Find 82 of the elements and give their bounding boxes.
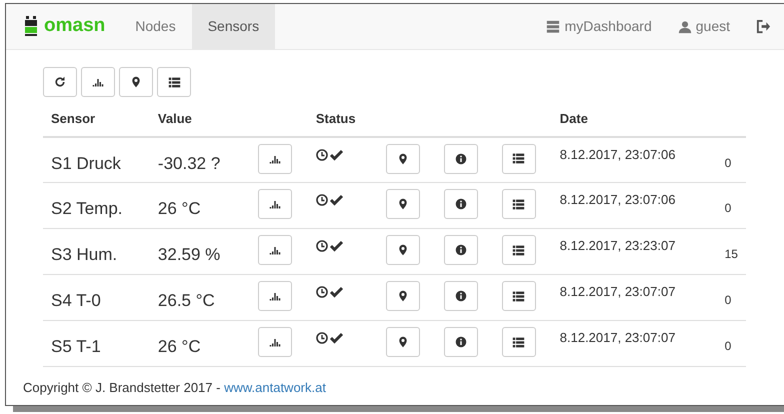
map-pin-icon — [130, 76, 142, 88]
list-button[interactable] — [502, 189, 536, 219]
info-button[interactable] — [444, 235, 478, 265]
info-icon — [454, 336, 467, 348]
sensor-value: 32.59 % — [158, 244, 220, 266]
location-button[interactable] — [386, 189, 420, 219]
sensor-value: 26 °C — [158, 336, 201, 358]
list-button[interactable] — [502, 144, 536, 174]
copyright-text: Copyright © J. Brandstetter 2017 - — [23, 380, 220, 394]
date-text: 8.12.2017, 23:23:07 — [560, 238, 676, 253]
brand-name[interactable]: omasn — [44, 12, 106, 41]
list-icon — [512, 290, 526, 302]
list-icon — [168, 76, 180, 88]
sensor-value: 26 °C — [158, 198, 201, 220]
column-header: Sensor — [51, 111, 96, 126]
column-header: Value — [158, 111, 192, 126]
list-button[interactable] — [502, 327, 536, 357]
website-link[interactable]: www.antatwork.at — [224, 380, 326, 394]
user-icon — [678, 20, 692, 34]
refresh-icon — [54, 76, 66, 88]
chart-button[interactable] — [258, 189, 292, 219]
list-icon — [512, 152, 526, 165]
refresh-button[interactable] — [43, 67, 77, 97]
chart-button[interactable] — [258, 281, 292, 311]
chart-button[interactable] — [258, 144, 292, 174]
map-pin-icon — [396, 336, 409, 348]
info-icon — [454, 290, 467, 302]
nav-tab[interactable]: Nodes — [119, 4, 192, 49]
location-button[interactable] — [386, 281, 420, 311]
logout-icon — [756, 19, 771, 34]
sensor-value: 26.5 °C — [158, 290, 215, 312]
count-text: 0 — [724, 154, 732, 172]
info-button[interactable] — [444, 327, 478, 357]
location-button[interactable] — [386, 235, 420, 265]
bar-chart-icon — [268, 336, 281, 348]
info-icon — [454, 244, 467, 256]
chart-button[interactable] — [258, 327, 292, 357]
count-text: 15 — [724, 246, 738, 263]
info-button[interactable] — [444, 189, 478, 219]
map-pin-icon — [396, 198, 409, 210]
date-text: 8.12.2017, 23:07:07 — [560, 330, 676, 345]
count-text: 0 — [724, 338, 732, 355]
list-icon — [512, 244, 526, 256]
count-text: 0 — [724, 200, 732, 217]
location-button[interactable] — [386, 144, 420, 174]
info-button[interactable] — [444, 281, 478, 311]
column-header: Date — [560, 111, 588, 126]
sensor-name: S5 T-1 — [51, 336, 101, 358]
list-icon — [512, 198, 526, 210]
server-icon — [544, 20, 561, 34]
list-button[interactable] — [502, 281, 536, 311]
sensor-name: S1 Druck — [51, 152, 121, 174]
location-button[interactable] — [386, 327, 420, 357]
info-icon — [454, 198, 467, 210]
nav-tab[interactable]: Sensors — [192, 4, 276, 49]
date-text: 8.12.2017, 23:07:06 — [560, 146, 676, 162]
list-button[interactable] — [502, 235, 536, 265]
sensor-name: S4 T-0 — [51, 290, 101, 312]
map-pin-icon — [396, 290, 409, 302]
chart-button[interactable] — [81, 67, 115, 97]
bar-chart-icon — [92, 76, 104, 88]
info-icon — [454, 152, 467, 164]
info-button[interactable] — [444, 144, 478, 174]
column-header: Status — [316, 111, 356, 126]
bar-chart-icon — [268, 290, 281, 302]
list-icon — [512, 336, 526, 348]
sensor-name: S2 Temp. — [51, 198, 123, 220]
sensor-value: -30.32 ? — [158, 152, 220, 174]
nav-link[interactable]: myDashboard — [532, 4, 665, 49]
count-text: 0 — [724, 292, 732, 309]
date-text: 8.12.2017, 23:07:06 — [560, 192, 676, 207]
map-pin-icon — [396, 152, 409, 164]
bar-chart-icon — [268, 244, 281, 256]
location-button[interactable] — [119, 67, 153, 97]
map-pin-icon — [396, 244, 409, 256]
chart-button[interactable] — [258, 235, 292, 265]
bar-chart-icon — [268, 198, 281, 210]
list-button[interactable] — [157, 67, 191, 97]
nav-link[interactable]: guest — [664, 4, 743, 49]
date-text: 8.12.2017, 23:07:07 — [560, 284, 676, 299]
robot-logo-icon — [24, 16, 38, 38]
sensor-name: S3 Hum. — [51, 244, 118, 266]
